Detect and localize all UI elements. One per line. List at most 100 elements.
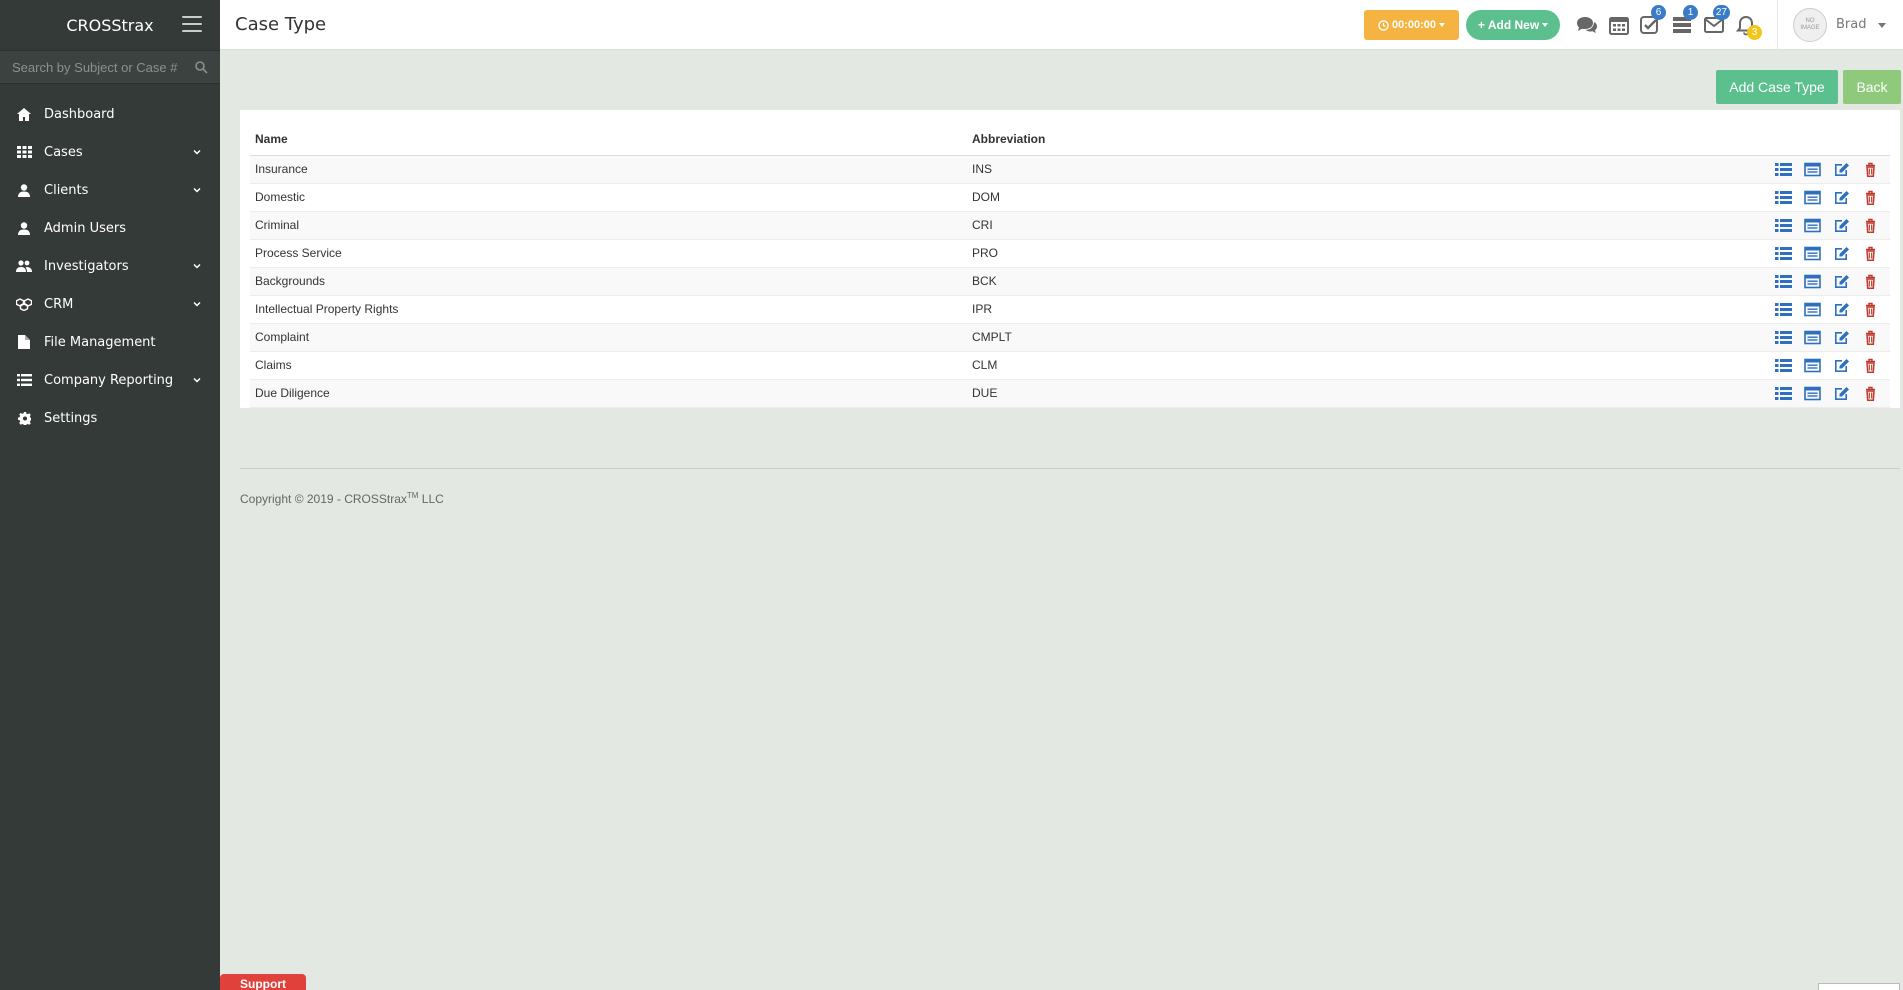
sidebar-item-cases[interactable]: Cases [0, 133, 220, 171]
row-actions [1672, 190, 1885, 205]
view-card-icon[interactable] [1804, 218, 1821, 233]
cell-abbreviation: CLM [967, 351, 1667, 380]
table-row: Backgrounds BCK [250, 267, 1890, 296]
view-card-icon[interactable] [1804, 330, 1821, 345]
user-caret-icon[interactable] [1878, 23, 1886, 28]
sidebar-item-settings[interactable]: Settings [0, 399, 220, 437]
topbar-divider [1777, 0, 1778, 50]
sidebar-item-label: Admin Users [44, 220, 126, 236]
copyright-prefix: Copyright © 2019 - CROSStrax [240, 492, 407, 506]
view-card-icon[interactable] [1804, 358, 1821, 373]
edit-icon[interactable] [1833, 302, 1850, 317]
cell-actions [1667, 267, 1890, 296]
sidebar-item-investigators[interactable]: Investigators [0, 247, 220, 285]
edit-icon[interactable] [1833, 162, 1850, 177]
edit-icon[interactable] [1833, 274, 1850, 289]
back-button[interactable]: Back [1843, 70, 1901, 104]
cell-abbreviation: DUE [967, 379, 1667, 408]
sidebar-item-file-management[interactable]: File Management [0, 323, 220, 361]
list-details-icon[interactable] [1775, 162, 1792, 177]
delete-icon[interactable] [1862, 190, 1879, 205]
delete-icon[interactable] [1862, 358, 1879, 373]
cell-name: Complaint [250, 323, 967, 352]
cell-name: Claims [250, 351, 967, 380]
tasks-icon[interactable]: 6 [1638, 5, 1666, 36]
delete-icon[interactable] [1862, 162, 1879, 177]
delete-icon[interactable] [1862, 302, 1879, 317]
sidebar-item-admin-users[interactable]: Admin Users [0, 209, 220, 247]
user-name[interactable]: Brad [1836, 17, 1866, 32]
timer-button[interactable]: 00:00:00 [1364, 10, 1459, 40]
add-case-type-button[interactable]: Add Case Type [1716, 70, 1838, 104]
delete-icon[interactable] [1862, 330, 1879, 345]
sidebar-item-crm[interactable]: CRM [0, 285, 220, 323]
cell-actions [1667, 239, 1890, 268]
delete-icon[interactable] [1862, 246, 1879, 261]
add-new-label: Add New [1487, 18, 1540, 32]
mail-icon[interactable]: 27 [1702, 5, 1730, 36]
edit-icon[interactable] [1833, 190, 1850, 205]
list-icon [16, 372, 32, 388]
search-icon[interactable] [194, 60, 208, 74]
case-type-panel: Name Abbreviation Insurance INS Domestic DO… [240, 110, 1900, 408]
view-card-icon[interactable] [1804, 246, 1821, 261]
cell-name: Backgrounds [250, 267, 967, 296]
list-details-icon[interactable] [1775, 190, 1792, 205]
cell-abbreviation: PRO [967, 239, 1667, 268]
list-server-icon[interactable]: 1 [1670, 5, 1698, 36]
avatar[interactable]: NO IMAGE [1793, 8, 1827, 42]
sidebar-item-dashboard[interactable]: Dashboard [0, 95, 220, 133]
timer-value: 00:00:00 [1391, 19, 1437, 31]
chevron-down-icon [192, 261, 202, 271]
cell-name: Due Diligence [250, 379, 967, 408]
edit-icon[interactable] [1833, 330, 1850, 345]
edit-icon[interactable] [1833, 218, 1850, 233]
support-button[interactable]: Support [220, 974, 306, 990]
cell-name: Intellectual Property Rights [250, 295, 967, 324]
file-icon [16, 334, 32, 350]
row-actions [1672, 302, 1885, 317]
delete-icon[interactable] [1862, 386, 1879, 401]
hamburger-menu-icon[interactable] [182, 16, 202, 32]
edit-icon[interactable] [1833, 386, 1850, 401]
view-card-icon[interactable] [1804, 190, 1821, 205]
list-details-icon[interactable] [1775, 274, 1792, 289]
corner-widget[interactable] [1818, 983, 1900, 990]
add-new-button[interactable]: + Add New [1466, 10, 1560, 40]
chevron-down-icon [192, 147, 202, 157]
sidebar-item-company-reporting[interactable]: Company Reporting [0, 361, 220, 399]
list-details-icon[interactable] [1775, 386, 1792, 401]
brand: CROSStrax [0, 0, 220, 50]
sidebar-item-clients[interactable]: Clients [0, 171, 220, 209]
calendar-icon[interactable] [1607, 14, 1631, 36]
edit-icon[interactable] [1833, 246, 1850, 261]
page-title: Case Type [235, 14, 327, 35]
user-icon [16, 220, 32, 236]
list-details-icon[interactable] [1775, 330, 1792, 345]
bell-icon[interactable]: 3 [1734, 14, 1762, 40]
delete-icon[interactable] [1862, 274, 1879, 289]
search-input[interactable] [12, 59, 194, 75]
table-row: Domestic DOM [250, 183, 1890, 212]
table-row: Complaint CMPLT [250, 323, 1890, 352]
delete-icon[interactable] [1862, 218, 1879, 233]
cell-actions [1667, 183, 1890, 212]
sidebar-item-label: Dashboard [44, 106, 115, 122]
trademark: TM [406, 491, 419, 500]
view-card-icon[interactable] [1804, 162, 1821, 177]
view-card-icon[interactable] [1804, 302, 1821, 317]
view-card-icon[interactable] [1804, 386, 1821, 401]
list-badge: 1 [1683, 5, 1698, 20]
column-header-name: Name [250, 120, 967, 156]
list-details-icon[interactable] [1775, 358, 1792, 373]
chat-icon[interactable] [1575, 14, 1599, 36]
table-row: Insurance INS [250, 155, 1890, 184]
sidebar-item-label: File Management [44, 334, 156, 350]
list-details-icon[interactable] [1775, 246, 1792, 261]
list-details-icon[interactable] [1775, 302, 1792, 317]
cell-abbreviation: CRI [967, 211, 1667, 240]
caret-down-icon [1542, 23, 1549, 27]
list-details-icon[interactable] [1775, 218, 1792, 233]
edit-icon[interactable] [1833, 358, 1850, 373]
view-card-icon[interactable] [1804, 274, 1821, 289]
